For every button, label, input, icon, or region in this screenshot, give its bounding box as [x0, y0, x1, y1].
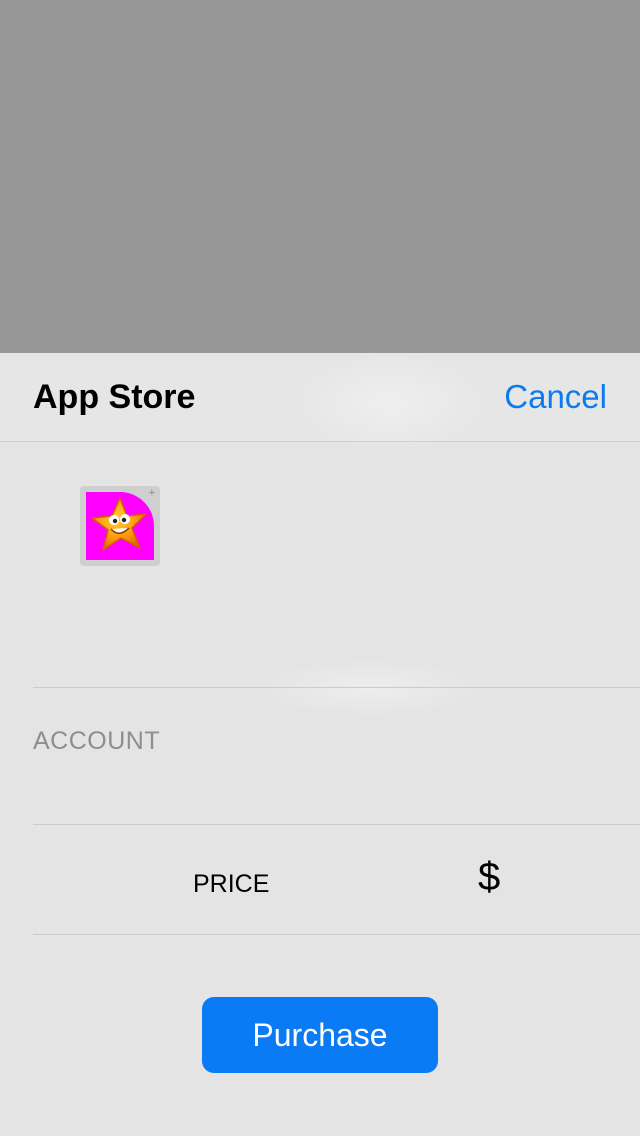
plus-icon: + — [148, 487, 155, 499]
purchase-button[interactable]: Purchase — [202, 997, 438, 1073]
content-highlight — [250, 658, 490, 718]
sheet-title: App Store — [33, 378, 196, 416]
account-label: ACCOUNT — [33, 727, 161, 755]
purchase-sheet: App Store Cancel + ACCOUNT PRICE $ Purch… — [0, 353, 640, 1136]
sheet-header: App Store Cancel — [0, 353, 640, 453]
cancel-button[interactable]: Cancel — [504, 377, 607, 417]
app-icon: + — [80, 486, 160, 566]
divider — [33, 934, 640, 935]
header-highlight — [290, 353, 490, 453]
starfish-icon — [86, 492, 154, 560]
price-label: PRICE — [193, 870, 270, 898]
divider — [33, 824, 640, 825]
dimmed-background-overlay[interactable] — [0, 0, 640, 353]
price-value: $ — [478, 855, 501, 899]
divider — [33, 687, 640, 688]
